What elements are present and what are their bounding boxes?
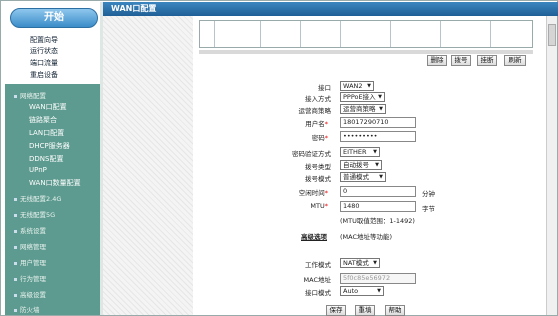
help-button[interactable]: 帮助: [385, 305, 405, 316]
auth-select[interactable]: EITHER: [340, 147, 380, 157]
port-mode-select[interactable]: Auto: [340, 286, 384, 296]
auth-label: 密码验证方式: [292, 150, 331, 158]
mtu-hint: (MTU取值范围：1-1492): [340, 217, 415, 225]
main-content: 删除 拨号 挂断 刷新 接口 WAN2 接入方式 PPPoE接入 运营商策略 运…: [193, 16, 545, 316]
dial-button[interactable]: 拨号: [451, 55, 471, 66]
page-title: WAN口配置: [103, 2, 558, 16]
port-label: 接口: [318, 84, 331, 92]
work-mode-label: 工作模式: [305, 261, 331, 269]
dial-type-select[interactable]: 自动拨号: [340, 160, 382, 170]
idle-unit: 分钟: [422, 190, 435, 198]
dial-mode-select[interactable]: 普通模式: [340, 172, 386, 182]
sidebar-item-reboot[interactable]: 重启设备: [30, 70, 58, 80]
password-label: 密码*: [311, 134, 328, 142]
sidebar-item-ddns[interactable]: DDNS配置: [29, 154, 63, 164]
sidebar-item-port-traffic[interactable]: 端口流量: [30, 58, 58, 68]
sidebar-group-firewall[interactable]: 防火墙: [14, 304, 40, 314]
page-scrollbar[interactable]: [546, 16, 557, 315]
sidebar-group-behavior-mgmt[interactable]: 行为管理: [14, 273, 46, 283]
access-label: 接入方式: [305, 95, 331, 103]
sidebar-group-network[interactable]: 网络配置: [14, 90, 46, 100]
mtu-label: MTU*: [310, 202, 328, 210]
decorative-stripe-panel: [103, 16, 193, 315]
mtu-unit: 字节: [422, 205, 435, 213]
sidebar-group-user-mgmt[interactable]: 用户管理: [14, 257, 46, 267]
sidebar-item-wan-count[interactable]: WAN口数量配置: [29, 178, 81, 188]
port-mode-label: 接口模式: [305, 289, 331, 297]
sidebar-group-wireless-5g[interactable]: 无线配置5G: [14, 209, 55, 219]
router-admin-window: 开始 配置向导 运行状态 端口流量 重启设备 网络配置 WAN口配置 链路聚合 …: [0, 0, 558, 316]
isp-select[interactable]: 运营商策略: [340, 104, 386, 114]
access-select[interactable]: PPPoE接入: [340, 92, 385, 102]
idle-label: 空闲时间*: [298, 189, 328, 197]
password-field[interactable]: •••••••••: [340, 131, 416, 142]
sidebar-item-upnp[interactable]: UPnP: [29, 166, 47, 174]
sidebar-item-lan-config[interactable]: LAN口配置: [29, 128, 64, 138]
sidebar-group-system[interactable]: 系统设置: [14, 225, 46, 235]
hangup-button[interactable]: 挂断: [477, 55, 497, 66]
sidebar-group-wireless-24g[interactable]: 无线配置2.4G: [14, 193, 61, 203]
delete-button[interactable]: 删除: [427, 55, 447, 66]
sidebar-item-config-wizard[interactable]: 配置向导: [30, 35, 58, 45]
idle-field[interactable]: 0: [340, 186, 416, 197]
sidebar-item-wan-config[interactable]: WAN口配置: [29, 102, 67, 112]
work-mode-select[interactable]: NAT模式: [340, 258, 380, 268]
reset-button[interactable]: 重填: [355, 305, 375, 316]
sidebar-group-advanced[interactable]: 高级设置: [14, 289, 46, 299]
sidebar-item-run-status[interactable]: 运行状态: [30, 46, 58, 56]
wan-table: [199, 20, 533, 48]
refresh-button[interactable]: 刷新: [504, 55, 526, 66]
advanced-options-hint: (MAC地址等功能): [340, 233, 393, 241]
sidebar-item-dhcp-server[interactable]: DHCP服务器: [29, 141, 70, 151]
sidebar-group-network-mgmt[interactable]: 网络管理: [14, 241, 46, 251]
mtu-field[interactable]: 1480: [340, 201, 416, 212]
mac-field[interactable]: 5f0c85e56972: [340, 273, 416, 284]
username-label: 用户名*: [305, 120, 328, 128]
dial-type-label: 拨号类型: [305, 163, 331, 171]
page-scrollbar-thumb[interactable]: [548, 24, 556, 46]
table-horizontal-scrollbar[interactable]: [199, 50, 533, 54]
sidebar: 开始 配置向导 运行状态 端口流量 重启设备 网络配置 WAN口配置 链路聚合 …: [2, 2, 103, 315]
advanced-options-link[interactable]: 高级选项: [301, 231, 327, 241]
save-button[interactable]: 保存: [326, 305, 346, 316]
sidebar-item-link-aggregation[interactable]: 链路聚合: [29, 115, 57, 125]
port-select[interactable]: WAN2: [340, 81, 374, 91]
start-button[interactable]: 开始: [10, 8, 98, 28]
dial-mode-label: 拨号模式: [305, 175, 331, 183]
username-field[interactable]: 18017290710: [340, 117, 416, 128]
isp-label: 运营商策略: [298, 107, 332, 115]
mac-label: MAC地址: [303, 276, 331, 284]
